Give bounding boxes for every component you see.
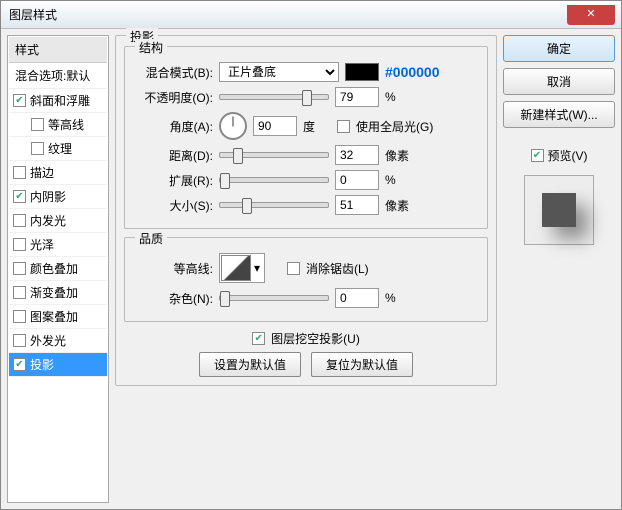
sidebar-label-4: 内阴影 [30, 188, 66, 205]
size-slider[interactable] [219, 202, 329, 208]
knockout-checkbox[interactable] [252, 332, 265, 345]
shadow-color-swatch[interactable] [345, 63, 379, 81]
blend-mode-select[interactable]: 正片叠底 [219, 62, 339, 82]
global-light-checkbox[interactable] [337, 120, 350, 133]
px-unit: 像素 [385, 147, 413, 164]
opacity-label: 不透明度(O): [133, 89, 213, 106]
global-light-label: 使用全局光(G) [356, 118, 433, 135]
percent-unit-2: % [385, 173, 413, 187]
sidebar-checkbox-7[interactable] [13, 262, 26, 275]
reset-default-button[interactable]: 复位为默认值 [311, 352, 413, 377]
sidebar-item-11[interactable]: 投影 [9, 353, 107, 377]
sidebar-checkbox-8[interactable] [13, 286, 26, 299]
structure-legend: 结构 [135, 39, 167, 56]
hex-readout: #000000 [385, 64, 440, 80]
sidebar-label-9: 图案叠加 [30, 308, 78, 325]
sidebar-item-7[interactable]: 颜色叠加 [9, 257, 107, 281]
right-column: 确定 取消 新建样式(W)... 预览(V) [503, 35, 615, 503]
sidebar-checkbox-0[interactable] [13, 94, 26, 107]
style-list-header[interactable]: 样式 [9, 37, 107, 63]
angle-label: 角度(A): [133, 118, 213, 135]
sidebar-item-1[interactable]: 等高线 [9, 113, 107, 137]
size-label: 大小(S): [133, 197, 213, 214]
main-panel: 投影 结构 混合模式(B): 正片叠底 #000000 不透明度(O): 79 … [115, 35, 497, 503]
sidebar-checkbox-6[interactable] [13, 238, 26, 251]
contour-picker[interactable]: ▾ [219, 253, 265, 283]
blend-mode-label: 混合模式(B): [133, 64, 213, 81]
sidebar-label-0: 斜面和浮雕 [30, 92, 90, 109]
noise-input[interactable]: 0 [335, 288, 379, 308]
quality-group: 品质 等高线: ▾ 消除锯齿(L) 杂色(N): [124, 237, 488, 322]
sidebar-checkbox-3[interactable] [13, 166, 26, 179]
opacity-slider[interactable] [219, 94, 329, 100]
antialias-checkbox[interactable] [287, 262, 300, 275]
quality-legend: 品质 [135, 230, 167, 247]
spread-slider[interactable] [219, 177, 329, 183]
distance-label: 距离(D): [133, 147, 213, 164]
blending-options-item[interactable]: 混合选项:默认 [9, 63, 107, 89]
ok-button[interactable]: 确定 [503, 35, 615, 62]
sidebar-checkbox-9[interactable] [13, 310, 26, 323]
noise-slider[interactable] [219, 295, 329, 301]
distance-slider[interactable] [219, 152, 329, 158]
angle-input[interactable]: 90 [253, 116, 297, 136]
make-default-button[interactable]: 设置为默认值 [199, 352, 301, 377]
spread-label: 扩展(R): [133, 172, 213, 189]
knockout-label: 图层挖空投影(U) [271, 330, 360, 347]
sidebar-item-4[interactable]: 内阴影 [9, 185, 107, 209]
sidebar-label-7: 颜色叠加 [30, 260, 78, 277]
contour-thumb-icon [221, 255, 251, 281]
antialias-label: 消除锯齿(L) [306, 260, 369, 277]
sidebar-item-5[interactable]: 内发光 [9, 209, 107, 233]
sidebar-item-10[interactable]: 外发光 [9, 329, 107, 353]
sidebar-item-3[interactable]: 描边 [9, 161, 107, 185]
content: 样式 混合选项:默认 斜面和浮雕等高线纹理描边内阴影内发光光泽颜色叠加渐变叠加图… [1, 29, 621, 509]
sidebar-label-5: 内发光 [30, 212, 66, 229]
sidebar-label-10: 外发光 [30, 332, 66, 349]
distance-input[interactable]: 32 [335, 145, 379, 165]
sidebar-item-9[interactable]: 图案叠加 [9, 305, 107, 329]
sidebar-checkbox-4[interactable] [13, 190, 26, 203]
px-unit-2: 像素 [385, 197, 413, 214]
noise-label: 杂色(N): [133, 290, 213, 307]
size-input[interactable]: 51 [335, 195, 379, 215]
close-button[interactable]: ✕ [567, 5, 615, 25]
sidebar-label-1: 等高线 [48, 116, 84, 133]
sidebar-label-8: 渐变叠加 [30, 284, 78, 301]
new-style-button[interactable]: 新建样式(W)... [503, 101, 615, 128]
sidebar-item-6[interactable]: 光泽 [9, 233, 107, 257]
sidebar-checkbox-1[interactable] [31, 118, 44, 131]
contour-label: 等高线: [133, 260, 213, 277]
preview-label: 预览(V) [548, 147, 588, 164]
chevron-down-icon: ▾ [251, 261, 263, 275]
structure-group: 结构 混合模式(B): 正片叠底 #000000 不透明度(O): 79 % [124, 46, 488, 229]
sidebar-label-3: 描边 [30, 164, 54, 181]
layer-style-dialog: 图层样式 ✕ 样式 混合选项:默认 斜面和浮雕等高线纹理描边内阴影内发光光泽颜色… [0, 0, 622, 510]
preview-checkbox[interactable] [531, 149, 544, 162]
percent-unit-3: % [385, 291, 413, 305]
preview-section: 预览(V) [503, 142, 615, 245]
sidebar-checkbox-2[interactable] [31, 142, 44, 155]
sidebar-checkbox-11[interactable] [13, 358, 26, 371]
angle-unit: 度 [303, 118, 331, 135]
angle-dial[interactable] [219, 112, 247, 140]
spread-input[interactable]: 0 [335, 170, 379, 190]
sidebar-item-0[interactable]: 斜面和浮雕 [9, 89, 107, 113]
percent-unit: % [385, 90, 413, 104]
sidebar-checkbox-5[interactable] [13, 214, 26, 227]
sidebar-label-2: 纹理 [48, 140, 72, 157]
style-list: 样式 混合选项:默认 斜面和浮雕等高线纹理描边内阴影内发光光泽颜色叠加渐变叠加图… [7, 35, 109, 503]
sidebar-label-11: 投影 [30, 356, 54, 373]
opacity-input[interactable]: 79 [335, 87, 379, 107]
titlebar: 图层样式 ✕ [1, 1, 621, 29]
drop-shadow-fieldset: 投影 结构 混合模式(B): 正片叠底 #000000 不透明度(O): 79 … [115, 35, 497, 386]
preview-swatch-icon [542, 193, 576, 227]
sidebar-item-8[interactable]: 渐变叠加 [9, 281, 107, 305]
sidebar-label-6: 光泽 [30, 236, 54, 253]
window-title: 图层样式 [9, 6, 57, 23]
preview-thumbnail [524, 175, 594, 245]
cancel-button[interactable]: 取消 [503, 68, 615, 95]
sidebar-item-2[interactable]: 纹理 [9, 137, 107, 161]
sidebar-checkbox-10[interactable] [13, 334, 26, 347]
